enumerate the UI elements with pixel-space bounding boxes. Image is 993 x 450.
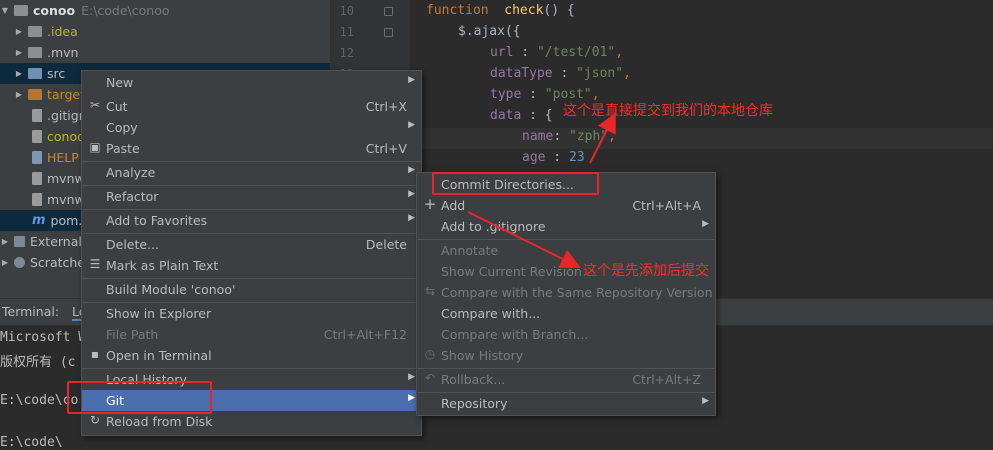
tree-item-conoo-root[interactable]: ▼ conoo E:\code\conoo xyxy=(0,0,330,21)
submenu-arrow-icon: ▶ xyxy=(408,372,415,382)
folder-icon xyxy=(28,26,42,37)
current-line-highlight xyxy=(410,128,993,149)
code-line: url : "/test/01", xyxy=(490,45,624,60)
menu-item-open-in-terminal[interactable]: ▪ Open in Terminal xyxy=(82,345,421,366)
tree-item-label: .idea xyxy=(47,24,78,39)
menu-item-new[interactable]: New ▶ xyxy=(82,72,421,93)
tree-item-label: .mvn xyxy=(47,45,79,60)
terminal-line: E:\code\ xyxy=(0,435,63,450)
tree-item-label: Scratche xyxy=(30,255,85,270)
markdown-icon xyxy=(32,151,42,164)
tree-item-idea[interactable]: ▶ .idea xyxy=(0,21,344,42)
tree-item-label: conoo xyxy=(33,3,76,18)
chevron-right-icon[interactable]: ▶ xyxy=(0,258,10,267)
menu-item-add-to-favorites[interactable]: Add to Favorites ▶ xyxy=(82,210,421,231)
compare-icon: ⇆ xyxy=(424,284,436,298)
menu-item-mark-as-plain-text[interactable]: ☰ Mark as Plain Text xyxy=(82,255,421,276)
menu-item-compare-same-version[interactable]: ⇆ Compare with the Same Repository Versi… xyxy=(417,282,715,303)
code-line: data : { xyxy=(490,108,553,123)
tree-item-label: src xyxy=(47,66,66,81)
clipboard-icon: ▣ xyxy=(89,140,101,154)
submenu-arrow-icon: ▶ xyxy=(702,219,709,229)
submenu-arrow-icon: ▶ xyxy=(408,393,415,403)
tree-item-mvn[interactable]: ▶ .mvn xyxy=(0,42,344,63)
menu-item-compare-with-branch[interactable]: Compare with Branch... xyxy=(417,324,715,345)
submenu-arrow-icon: ▶ xyxy=(408,75,415,85)
folder-icon xyxy=(14,5,28,16)
menu-item-add[interactable]: + Add Ctrl+Alt+A xyxy=(417,195,715,216)
tree-item-label: mvnw xyxy=(47,171,85,186)
fold-marker-icon[interactable] xyxy=(384,7,393,16)
menu-item-build-module[interactable]: Build Module 'conoo' xyxy=(82,279,421,300)
scissors-icon: ✂ xyxy=(89,98,101,112)
annotation-note-commit: 这个是直接提交到我们的本地仓库 xyxy=(563,103,773,119)
tree-item-label: conoo xyxy=(47,129,85,144)
menu-item-refactor[interactable]: Refactor ▶ xyxy=(82,186,421,207)
reload-icon: ↻ xyxy=(89,413,101,427)
code-line: function check() { xyxy=(426,3,575,18)
tree-item-path: E:\code\conoo xyxy=(81,3,170,18)
menu-item-delete[interactable]: Delete... Delete xyxy=(82,234,421,255)
file-icon xyxy=(32,109,42,122)
submenu-arrow-icon: ▶ xyxy=(408,165,415,175)
menu-item-annotate[interactable]: Annotate xyxy=(417,240,715,261)
git-submenu: Commit Directories... + Add Ctrl+Alt+A Ad… xyxy=(416,172,716,416)
annotation-box-git xyxy=(67,381,212,414)
menu-item-show-history[interactable]: ◷ Show History xyxy=(417,345,715,366)
terminal-title: Terminal: xyxy=(2,304,60,319)
fold-marker-icon[interactable] xyxy=(384,28,393,37)
menu-item-copy[interactable]: Copy ▶ xyxy=(82,117,421,138)
library-icon xyxy=(14,236,25,247)
code-line: age : 23 xyxy=(522,150,585,165)
tree-item-label: External xyxy=(30,234,82,249)
file-icon xyxy=(32,130,42,143)
menu-item-reload-from-disk[interactable]: ↻ Reload from Disk xyxy=(82,411,421,432)
chevron-right-icon[interactable]: ▶ xyxy=(14,90,24,99)
rollback-icon: ↶ xyxy=(424,371,436,385)
menu-item-file-path[interactable]: File Path Ctrl+Alt+F12 xyxy=(82,324,421,345)
line-number: 12 xyxy=(339,46,354,60)
folder-icon xyxy=(28,89,42,100)
menu-item-repository[interactable]: Repository ▶ xyxy=(417,393,715,414)
code-line: dataType : "json", xyxy=(490,66,631,81)
annotation-box-commit xyxy=(432,172,599,195)
code-line: name: "zph", xyxy=(522,129,616,144)
maven-icon: m xyxy=(32,213,46,228)
chevron-right-icon[interactable]: ▶ xyxy=(14,27,24,36)
tree-item-label: mvnw xyxy=(47,192,85,207)
submenu-arrow-icon: ▶ xyxy=(408,120,415,130)
terminal-line: 版权所有 (c xyxy=(0,355,76,370)
submenu-arrow-icon: ▶ xyxy=(702,396,709,406)
submenu-arrow-icon: ▶ xyxy=(408,213,415,223)
chevron-right-icon[interactable]: ▶ xyxy=(14,48,24,57)
submenu-arrow-icon: ▶ xyxy=(408,189,415,199)
file-icon xyxy=(32,193,42,206)
plus-icon: + xyxy=(423,195,437,213)
text-icon: ☰ xyxy=(89,257,101,271)
tree-item-label: target xyxy=(47,87,86,102)
terminal-icon: ▪ xyxy=(90,347,100,361)
chevron-right-icon[interactable]: ▶ xyxy=(14,69,24,78)
menu-item-add-to-gitignore[interactable]: Add to .gitignore ▶ xyxy=(417,216,715,237)
menu-item-cut[interactable]: ✂ Cut Ctrl+X xyxy=(82,96,421,117)
code-line: $.ajax({ xyxy=(458,24,521,39)
chevron-down-icon[interactable]: ▼ xyxy=(0,6,10,15)
chevron-right-icon[interactable]: ▶ xyxy=(0,237,10,246)
clock-icon: ◷ xyxy=(424,347,436,361)
terminal-line: Microsoft W xyxy=(0,330,87,345)
file-icon xyxy=(32,172,42,185)
annotation-note-add: 这个是先添加后提交 xyxy=(583,263,709,279)
menu-item-rollback[interactable]: ↶ Rollback... Ctrl+Alt+Z xyxy=(417,369,715,390)
menu-item-paste[interactable]: ▣ Paste Ctrl+V xyxy=(82,138,421,159)
menu-item-compare-with[interactable]: Compare with... xyxy=(417,303,715,324)
tree-item-label: HELP xyxy=(47,150,79,165)
folder-icon xyxy=(28,68,42,79)
folder-icon xyxy=(28,47,42,58)
line-number: 11 xyxy=(339,25,354,39)
menu-item-show-in-explorer[interactable]: Show in Explorer xyxy=(82,303,421,324)
menu-item-analyze[interactable]: Analyze ▶ xyxy=(82,162,421,183)
scratch-icon xyxy=(14,257,25,268)
line-number: 10 xyxy=(339,4,354,18)
